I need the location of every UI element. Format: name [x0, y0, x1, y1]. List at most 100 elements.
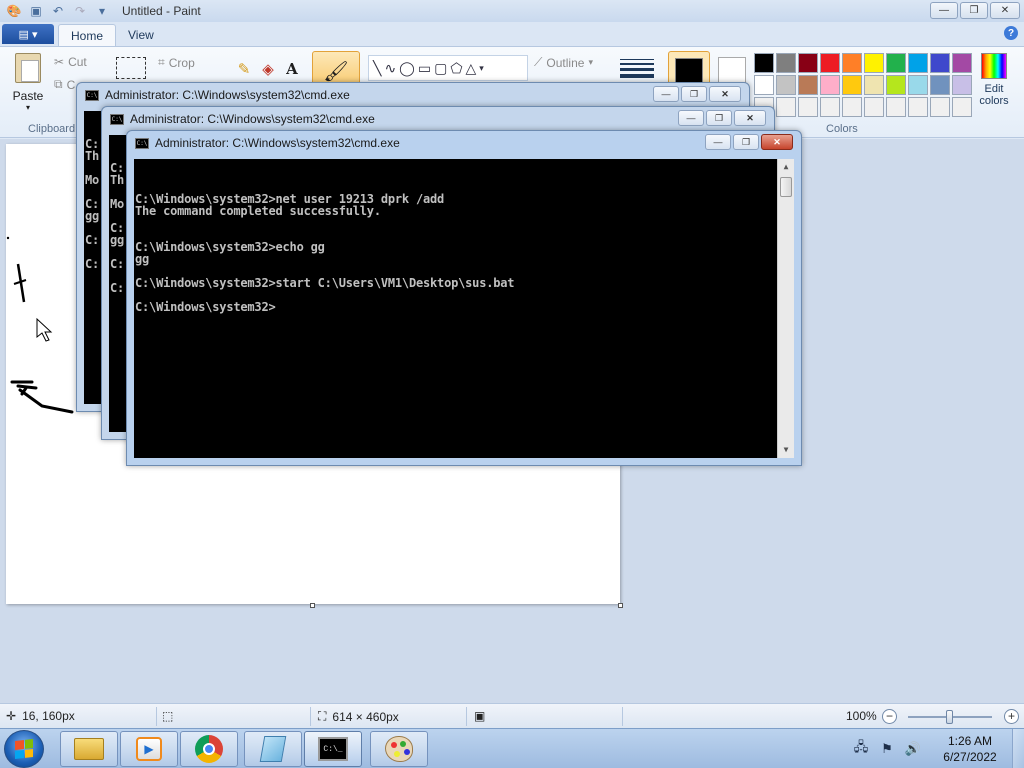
zoom-slider-thumb[interactable]	[946, 710, 953, 724]
minimize-button[interactable]: —	[653, 86, 679, 102]
cmd-titlebar[interactable]: C:\ Administrator: C:\Windows\system32\c…	[127, 131, 801, 155]
color-swatch[interactable]	[798, 75, 818, 95]
cmd-titlebar[interactable]: C:\ Administrator: C:\Windows\system32\c…	[102, 107, 774, 131]
color-swatch[interactable]	[886, 97, 906, 117]
start-button[interactable]	[4, 730, 44, 768]
minimize-button[interactable]: —	[930, 2, 958, 19]
color-swatch[interactable]	[798, 53, 818, 73]
crop-button[interactable]: ⌗ Crop	[158, 55, 195, 70]
undo-icon[interactable]: ↶	[50, 3, 66, 19]
cmd-title: Administrator: C:\Windows\system32\cmd.e…	[105, 88, 350, 102]
oval-shape-icon[interactable]: ◯	[399, 60, 415, 77]
resize-handle-corner[interactable]	[618, 603, 623, 608]
outline-icon: ⟋	[534, 55, 543, 69]
cmd-scrollbar[interactable]: ▲ ▼	[777, 159, 794, 458]
taskbar-cmd[interactable]: C:\_	[304, 731, 362, 767]
pencil-icon[interactable]: ✎	[234, 59, 254, 79]
shapes-gallery[interactable]: ╲ ∿ ◯ ▭ ▢ ⬠ △ ▾	[368, 55, 528, 81]
color-swatch[interactable]	[908, 53, 928, 73]
cmd-window-active[interactable]: C:\ Administrator: C:\Windows\system32\c…	[126, 130, 802, 466]
copy-button[interactable]: ⧉ C	[54, 77, 75, 92]
color-swatch[interactable]	[864, 97, 884, 117]
color-swatch[interactable]	[820, 53, 840, 73]
color-swatch[interactable]	[930, 97, 950, 117]
close-button[interactable]: ✕	[990, 2, 1020, 19]
save-icon[interactable]: ▣	[28, 3, 44, 19]
polygon-shape-icon[interactable]: ⬠	[450, 60, 462, 77]
fill-icon[interactable]: ◈	[258, 59, 278, 79]
color-swatch[interactable]	[776, 53, 796, 73]
help-icon[interactable]: ?	[1004, 26, 1018, 40]
color-swatch[interactable]	[798, 97, 818, 117]
color-swatch[interactable]	[776, 75, 796, 95]
taskbar-notepad[interactable]	[244, 731, 302, 767]
color-swatch[interactable]	[820, 97, 840, 117]
color-swatch[interactable]	[952, 97, 972, 117]
customize-quick-access-icon[interactable]: ▾	[94, 3, 110, 19]
curve-shape-icon[interactable]: ∿	[384, 60, 396, 77]
taskbar-explorer[interactable]	[60, 731, 118, 767]
color-swatch[interactable]	[776, 97, 796, 117]
triangle-shape-icon[interactable]: △	[465, 60, 476, 77]
color-swatch[interactable]	[842, 75, 862, 95]
zoom-out-button[interactable]: −	[882, 709, 897, 724]
color-swatch[interactable]	[842, 97, 862, 117]
taskbar-chrome[interactable]	[180, 731, 238, 767]
maximize-button[interactable]: ❐	[681, 86, 707, 102]
rounded-rectangle-shape-icon[interactable]: ▢	[434, 60, 447, 77]
chevron-down-icon[interactable]: ▾	[479, 63, 484, 74]
color-swatch[interactable]	[930, 53, 950, 73]
color-swatch[interactable]	[842, 53, 862, 73]
rectangle-shape-icon[interactable]: ▭	[418, 60, 431, 77]
resize-handle-bottom[interactable]	[310, 603, 315, 608]
line-shape-icon[interactable]: ╲	[373, 60, 381, 77]
show-desktop-button[interactable]	[1012, 729, 1024, 768]
color-swatch[interactable]	[908, 75, 928, 95]
maximize-button[interactable]: ❐	[706, 110, 732, 126]
close-button[interactable]: ✕	[761, 134, 793, 150]
paint-menu-button[interactable]: ▤ ▾	[2, 24, 54, 44]
minimize-button[interactable]: —	[705, 134, 731, 150]
paste-button[interactable]: Paste ▾	[8, 53, 48, 115]
scroll-down-icon[interactable]: ▼	[778, 442, 794, 458]
color-swatch[interactable]	[930, 75, 950, 95]
color-swatch[interactable]	[908, 97, 928, 117]
scroll-thumb[interactable]	[780, 177, 792, 197]
zoom-in-button[interactable]: +	[1004, 709, 1019, 724]
minimize-button[interactable]: —	[678, 110, 704, 126]
color-swatch[interactable]	[886, 53, 906, 73]
close-button[interactable]: ✕	[734, 110, 766, 126]
size-button[interactable]	[620, 53, 654, 83]
network-icon[interactable]: 🖧	[853, 739, 869, 757]
action-center-icon[interactable]: ⚑	[879, 741, 895, 757]
select-button[interactable]	[116, 57, 146, 79]
cmd-titlebar[interactable]: C:\ Administrator: C:\Windows\system32\c…	[77, 83, 749, 107]
volume-icon[interactable]: 🔊	[905, 741, 921, 757]
clock[interactable]: 1:26 AM 6/27/2022	[930, 733, 1010, 765]
maximize-button[interactable]: ❐	[733, 134, 759, 150]
color-swatch[interactable]	[864, 53, 884, 73]
maximize-button[interactable]: ❐	[960, 2, 988, 19]
taskbar-paint[interactable]	[370, 731, 428, 767]
color-swatch[interactable]	[952, 75, 972, 95]
color-swatch[interactable]	[952, 53, 972, 73]
text-icon[interactable]: A	[282, 59, 302, 79]
cut-button[interactable]: ✂ Cut	[54, 55, 87, 69]
tab-view[interactable]: View	[116, 24, 166, 46]
color-swatch[interactable]	[886, 75, 906, 95]
chevron-down-icon: ▾	[588, 57, 593, 67]
edit-colors-button[interactable]: Edit colors	[976, 53, 1012, 107]
color-swatch[interactable]	[864, 75, 884, 95]
color-swatch[interactable]	[820, 75, 840, 95]
color-swatch[interactable]	[754, 75, 774, 95]
outline-button[interactable]: ⟋ Outline ▾	[534, 55, 593, 70]
cmd-console[interactable]: C:\Windows\system32>net user 19213 dprk …	[134, 159, 794, 458]
scroll-up-icon[interactable]: ▲	[778, 159, 794, 175]
color2-button[interactable]	[718, 57, 746, 85]
taskbar-media-player[interactable]: ▶	[120, 731, 178, 767]
paint-app-icon[interactable]: 🎨	[6, 3, 22, 19]
close-button[interactable]: ✕	[709, 86, 741, 102]
color-swatch[interactable]	[754, 53, 774, 73]
redo-icon[interactable]: ↷	[72, 3, 88, 19]
tab-home[interactable]: Home	[58, 24, 117, 46]
